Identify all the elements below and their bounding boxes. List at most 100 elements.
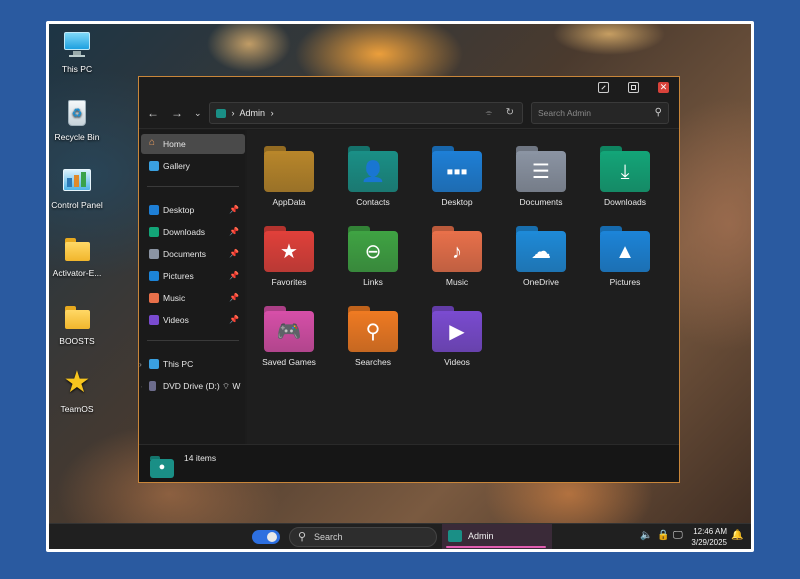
taskbar: ⚲ Search Admin 🔈 🔒 🖵 12:46 AM 3/29/2025 … (49, 523, 751, 549)
desktop-icon-control-panel[interactable]: Control Panel (49, 166, 109, 210)
music-folder-icon: ♪ (432, 224, 482, 272)
forward-arrow-icon[interactable]: → (171, 106, 183, 120)
folder-label: Pictures (609, 277, 641, 287)
folder-item[interactable]: ♪ Music (421, 224, 493, 287)
status-bar: ● 14 items (139, 444, 679, 482)
title-bar: ✕ (139, 77, 679, 99)
desktop-icon-label: BOOSTS (59, 336, 95, 346)
folder-label: Documents (519, 197, 563, 207)
sidebar-item-dvd-drive[interactable]: › DVD Drive (D:) ⌔ W (141, 376, 245, 396)
contacts-folder-icon: 👤 (348, 144, 398, 192)
folder-item[interactable]: ▲ Pictures (589, 224, 661, 287)
navigation-bar: ← → ⌄ › Admin › ⌯ ↻ Search Admin ⚲ (139, 99, 679, 129)
desktop-icon-teamos[interactable]: ★ TeamOS (49, 366, 109, 414)
folder-item[interactable]: ☰ Documents (505, 144, 577, 207)
sidebar-item-pictures[interactable]: Pictures 📌 (141, 266, 245, 286)
recent-locations-chevron-icon[interactable]: ⌄ (194, 108, 202, 119)
folder-item[interactable]: ★ Favorites (253, 224, 325, 287)
searches-folder-icon: ⚲ (348, 304, 398, 352)
videos-folder-icon: ▶ (432, 304, 482, 352)
pin-icon[interactable]: 📌 (229, 310, 239, 330)
time: 12:46 AM (693, 527, 727, 536)
sidebar-item-videos[interactable]: Videos 📌 (141, 310, 245, 330)
close-button[interactable]: ✕ (658, 82, 669, 93)
sidebar-item-downloads[interactable]: Downloads 📌 (141, 222, 245, 242)
pin-icon[interactable]: 📌 (229, 288, 239, 308)
desktop-icon-this-pc[interactable]: This PC (49, 30, 109, 74)
desktop-icon-label: TeamOS (60, 404, 94, 414)
clock[interactable]: 12:46 AM 3/29/2025 (691, 526, 727, 548)
onedrive-folder-icon: ☁ (516, 224, 566, 272)
dropdown-icon[interactable]: ⌯ (486, 103, 492, 123)
documents-folder-icon: ☰ (516, 144, 566, 192)
search-input[interactable]: Search Admin ⚲ (531, 102, 669, 124)
chevron-right-icon[interactable]: › (141, 376, 142, 396)
desktop[interactable]: This PC ♻ Recycle Bin Control Panel Acti… (49, 24, 751, 549)
sidebar-item-gallery[interactable]: Gallery (141, 156, 245, 176)
music-icon (149, 293, 159, 303)
folder-label: Music (445, 277, 469, 287)
links-folder-icon: ⊖ (348, 224, 398, 272)
sidebar-item-home[interactable]: ⌂ Home (141, 134, 245, 154)
pin-icon[interactable]: 📌 (229, 200, 239, 220)
folder-label: Saved Games (262, 357, 316, 367)
desktop-icon-recycle-bin[interactable]: ♻ Recycle Bin (49, 98, 109, 142)
sidebar-item-desktop[interactable]: Desktop 📌 (141, 200, 245, 220)
folder-item[interactable]: ☁ OneDrive (505, 224, 577, 287)
folder-item[interactable]: 👤 Contacts (337, 144, 409, 207)
pin-icon[interactable]: 📌 (229, 222, 239, 242)
maximize-button[interactable] (628, 82, 639, 93)
user-folder-icon (216, 109, 226, 119)
notification-bell-icon[interactable]: 🔔 (731, 530, 743, 541)
videos-icon (149, 315, 159, 325)
volume-icon[interactable]: 🔈 (640, 530, 652, 541)
home-icon: ⌂ (149, 137, 156, 148)
folder-label: Links (363, 277, 383, 287)
sidebar-item-documents[interactable]: Documents 📌 (141, 244, 245, 264)
lock-icon[interactable]: 🔒 (657, 530, 669, 541)
chevron-right-icon[interactable]: › (139, 354, 142, 374)
folder-item[interactable]: ⤓ Downloads (589, 144, 661, 207)
file-explorer-window: ✕ ← → ⌄ › Admin › ⌯ ↻ Search Admin ⚲ ⌂ H… (138, 76, 680, 483)
folder-item[interactable]: ▪▪▪ Desktop (421, 144, 493, 207)
saved-games-folder-icon: 🎮 (264, 304, 314, 352)
refresh-icon[interactable]: ↻ (506, 103, 514, 123)
gallery-icon (149, 161, 159, 171)
taskbar-app-explorer[interactable]: Admin (442, 524, 552, 549)
desktop-icon-boosts[interactable]: BOOSTS (49, 302, 109, 346)
sidebar-item-label: Videos (163, 315, 189, 325)
divider (147, 340, 239, 341)
folder-label: Contacts (356, 197, 390, 207)
date: 3/29/2025 (691, 538, 727, 547)
downloads-folder-icon: ⤓ (600, 144, 650, 192)
folder-item[interactable]: ⊖ Links (337, 224, 409, 287)
recycle-bin-icon: ♻ (62, 98, 92, 128)
folder-item[interactable]: AppData (253, 144, 325, 207)
sidebar-item-label: Pictures (163, 271, 194, 281)
minimize-button[interactable] (598, 82, 609, 93)
pictures-folder-icon: ▲ (600, 224, 650, 272)
taskbar-search-input[interactable]: ⚲ Search (289, 527, 437, 547)
folder-label: Videos (444, 357, 470, 367)
desktop-icon-label: This PC (61, 64, 93, 74)
desktop-icon-label: Activator-E... (52, 268, 102, 278)
star-icon: ★ (63, 366, 91, 399)
network-icon[interactable]: 🖵 (673, 530, 683, 541)
folder-label: Searches (355, 357, 391, 367)
sidebar-item-this-pc[interactable]: › This PC (139, 354, 245, 374)
pin-icon[interactable]: 📌 (229, 266, 239, 286)
pin-icon[interactable]: 📌 (229, 244, 239, 264)
folder-label: OneDrive (523, 277, 559, 287)
breadcrumb-admin[interactable]: Admin (240, 108, 266, 118)
address-bar[interactable]: › Admin › ⌯ ↻ (209, 102, 523, 124)
active-indicator (446, 546, 546, 548)
sidebar-item-music[interactable]: Music 📌 (141, 288, 245, 308)
folder-item[interactable]: ⚲ Searches (337, 304, 409, 367)
widgets-toggle-icon[interactable] (252, 530, 280, 544)
back-arrow-icon[interactable]: ← (147, 106, 159, 120)
folder-item[interactable]: 🎮 Saved Games (253, 304, 325, 367)
folder-item[interactable]: ▶ Videos (421, 304, 493, 367)
desktop-icon-activator[interactable]: Activator-E... (49, 234, 109, 278)
search-icon: ⚲ (654, 107, 662, 118)
downloads-icon (149, 227, 159, 237)
